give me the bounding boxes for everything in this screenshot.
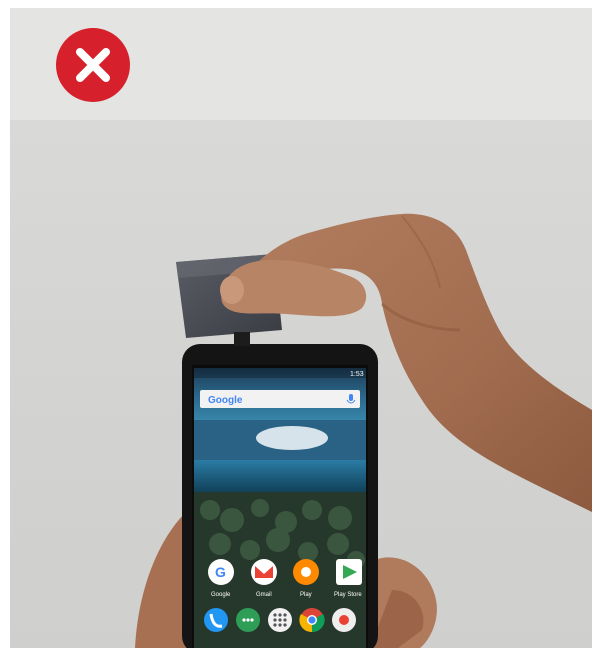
gmail-icon[interactable] [251,559,277,585]
header-band [10,8,592,120]
app-label-google: Google [211,592,231,598]
app-drawer-icon[interactable] [268,608,292,632]
search-bar[interactable]: Google [200,390,360,408]
svg-text:G: G [215,564,226,580]
app-label-play-store: Play Store [334,592,362,598]
app-label-gmail: Gmail [256,592,272,598]
phone-icon[interactable] [204,608,228,632]
camera-icon[interactable] [332,608,356,632]
play-music-icon[interactable] [293,559,319,585]
scene-illustration: 1:53 Google G Google Gmail Play Play Sto… [135,213,592,648]
app-label-play: Play [300,592,312,598]
photo-frame: 1:53 Google G Google Gmail Play Play Sto… [10,8,592,648]
messenger-icon[interactable] [236,608,260,632]
close-icon [56,28,130,102]
search-logo: Google [208,395,243,406]
play-store-icon[interactable] [336,559,362,585]
status-time: 1:53 [350,371,364,378]
phone-screen: 1:53 Google G Google Gmail Play Play Sto… [194,368,366,648]
phone-photo: 1:53 Google G Google Gmail Play Play Sto… [10,120,592,648]
google-app-icon[interactable]: G [208,559,234,585]
